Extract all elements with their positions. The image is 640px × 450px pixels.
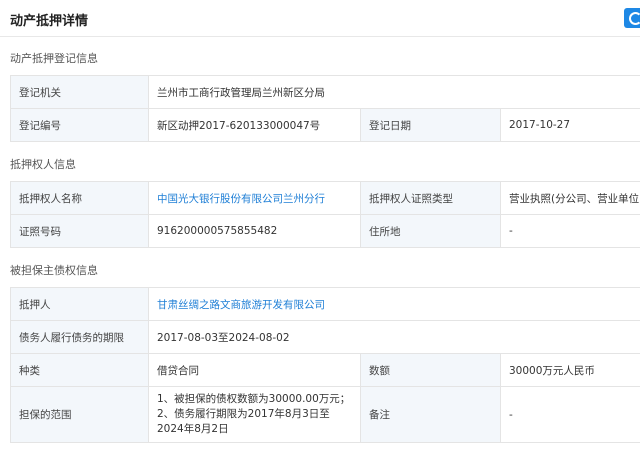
brand-logo-icon[interactable]	[624, 8, 640, 28]
section-title-secured-claim: 被担保主债权信息	[10, 264, 98, 277]
mortgagee-name-label: 抵押权人名称	[10, 181, 149, 215]
remark-label: 备注	[360, 386, 501, 443]
page-title: 动产抵押详情	[10, 14, 89, 29]
reg-number-label: 登记编号	[10, 108, 149, 142]
address-value: -	[500, 214, 640, 248]
authority-value: 兰州市工商行政管理局兰州新区分局	[147, 75, 640, 109]
table-row: 登记编号 新区动押2017-620133000047号 登记日期 2017-10…	[10, 108, 640, 142]
table-row: 抵押权人名称 中国光大银行股份有限公司兰州分行 抵押权人证照类型 营业执照(分公…	[10, 181, 640, 215]
cert-type-value: 营业执照(分公司、营业单位)	[500, 181, 640, 215]
table-row: 债务人履行债务的期限 2017-08-03至2024-08-02	[10, 320, 640, 354]
address-label: 住所地	[360, 214, 501, 248]
section-title-mortgagee: 抵押权人信息	[10, 158, 76, 171]
amount-label: 数额	[360, 353, 501, 387]
secured-claim-table: 抵押人 甘肃丝绸之路文商旅游开发有限公司 债务人履行债务的期限 2017-08-…	[10, 287, 640, 443]
scope-value: 1、被担保的债权数额为30000.00万元； 2、债务履行期限为2017年8月3…	[148, 386, 361, 443]
cert-no-label: 证照号码	[10, 214, 149, 248]
cert-type-label: 抵押权人证照类型	[360, 181, 501, 215]
reg-date-value: 2017-10-27	[499, 108, 640, 142]
type-value: 借贷合同	[148, 353, 361, 387]
table-row: 登记机关 兰州市工商行政管理局兰州新区分局	[10, 75, 640, 109]
table-row: 担保的范围 1、被担保的债权数额为30000.00万元； 2、债务履行期限为20…	[10, 386, 640, 443]
reg-date-label: 登记日期	[360, 108, 501, 142]
mortgagee-name-link[interactable]: 中国光大银行股份有限公司兰州分行	[148, 181, 361, 215]
mortgagor-link[interactable]: 甘肃丝绸之路文商旅游开发有限公司	[147, 287, 640, 321]
remark-value: -	[499, 386, 640, 443]
type-label: 种类	[10, 353, 149, 387]
registration-table: 登记机关 兰州市工商行政管理局兰州新区分局 登记编号 新区动押2017-6201…	[10, 75, 640, 142]
period-value: 2017-08-03至2024-08-02	[147, 320, 640, 354]
mortgagor-label: 抵押人	[10, 287, 149, 321]
authority-label: 登记机关	[10, 75, 149, 109]
table-row: 抵押人 甘肃丝绸之路文商旅游开发有限公司	[10, 287, 640, 321]
amount-value: 30000万元人民币	[499, 353, 640, 387]
table-row: 种类 借贷合同 数额 30000万元人民币	[10, 353, 640, 387]
scope-label: 担保的范围	[10, 386, 149, 443]
page-header: 动产抵押详情	[0, 0, 640, 37]
cert-no-value: 916200000575855482	[148, 214, 361, 248]
period-label: 债务人履行债务的期限	[10, 320, 149, 354]
mortgagee-table: 抵押权人名称 中国光大银行股份有限公司兰州分行 抵押权人证照类型 营业执照(分公…	[10, 181, 640, 248]
reg-number-value: 新区动押2017-620133000047号	[148, 108, 361, 142]
table-row: 证照号码 916200000575855482 住所地 -	[10, 214, 640, 248]
section-title-registration: 动产抵押登记信息	[10, 52, 98, 65]
